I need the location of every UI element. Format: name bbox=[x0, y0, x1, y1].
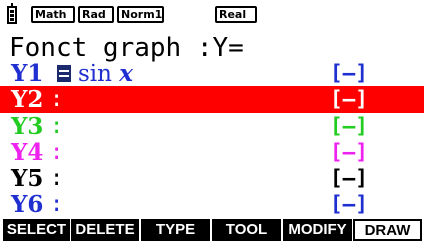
function-row-y6[interactable]: Y6 : [—] bbox=[0, 191, 424, 218]
function-label: Y4 bbox=[11, 139, 44, 166]
math-mode-indicator: Math bbox=[31, 6, 75, 23]
function-row-y4[interactable]: Y4 : [—] bbox=[0, 139, 424, 166]
function-colon: : bbox=[50, 140, 64, 165]
function-row-y3[interactable]: Y3 : [—] bbox=[0, 113, 424, 140]
modify-button[interactable]: MODIFY bbox=[283, 219, 352, 241]
function-colon: : bbox=[50, 192, 64, 217]
page-title: Fonct graph :Y= bbox=[9, 33, 244, 63]
status-bar: Math Rad Norm1 Real bbox=[0, 0, 424, 30]
line-style-indicator[interactable]: [—] bbox=[330, 60, 368, 87]
function-label: Y5 bbox=[11, 165, 44, 192]
complex-mode-indicator: Real bbox=[215, 6, 257, 23]
battery-icon bbox=[7, 3, 17, 24]
line-style-indicator[interactable]: [—] bbox=[330, 113, 368, 140]
delete-button[interactable]: DELETE bbox=[71, 219, 139, 241]
line-style-indicator[interactable]: [—] bbox=[330, 191, 368, 218]
line-style-indicator[interactable]: [—] bbox=[330, 165, 368, 192]
function-label: Y2 bbox=[11, 86, 44, 113]
tool-button[interactable]: TOOL bbox=[212, 219, 281, 241]
type-button[interactable]: TYPE bbox=[141, 219, 210, 241]
function-key-bar: SELECT DELETE TYPE TOOL MODIFY DRAW bbox=[0, 219, 424, 243]
function-colon: : bbox=[50, 114, 64, 139]
display-mode-indicator: Norm1 bbox=[117, 6, 164, 23]
select-button[interactable]: SELECT bbox=[3, 219, 70, 241]
function-expression[interactable]: sin x bbox=[78, 60, 133, 88]
function-label: Y3 bbox=[11, 113, 44, 140]
function-label: Y1 bbox=[11, 60, 44, 87]
angle-mode-indicator: Rad bbox=[78, 6, 114, 23]
function-row-y1[interactable]: Y1 sin x [—] bbox=[0, 60, 424, 87]
draw-button[interactable]: DRAW bbox=[353, 219, 422, 241]
function-colon: : bbox=[50, 166, 64, 191]
function-row-y2[interactable]: Y2 : [—] bbox=[0, 86, 424, 113]
function-label: Y6 bbox=[11, 191, 44, 218]
line-style-indicator[interactable]: [—] bbox=[330, 139, 368, 166]
function-colon: : bbox=[50, 87, 64, 112]
equals-cursor-icon bbox=[57, 65, 71, 82]
function-row-y5[interactable]: Y5 : [—] bbox=[0, 165, 424, 192]
line-style-indicator[interactable]: [—] bbox=[330, 86, 368, 113]
